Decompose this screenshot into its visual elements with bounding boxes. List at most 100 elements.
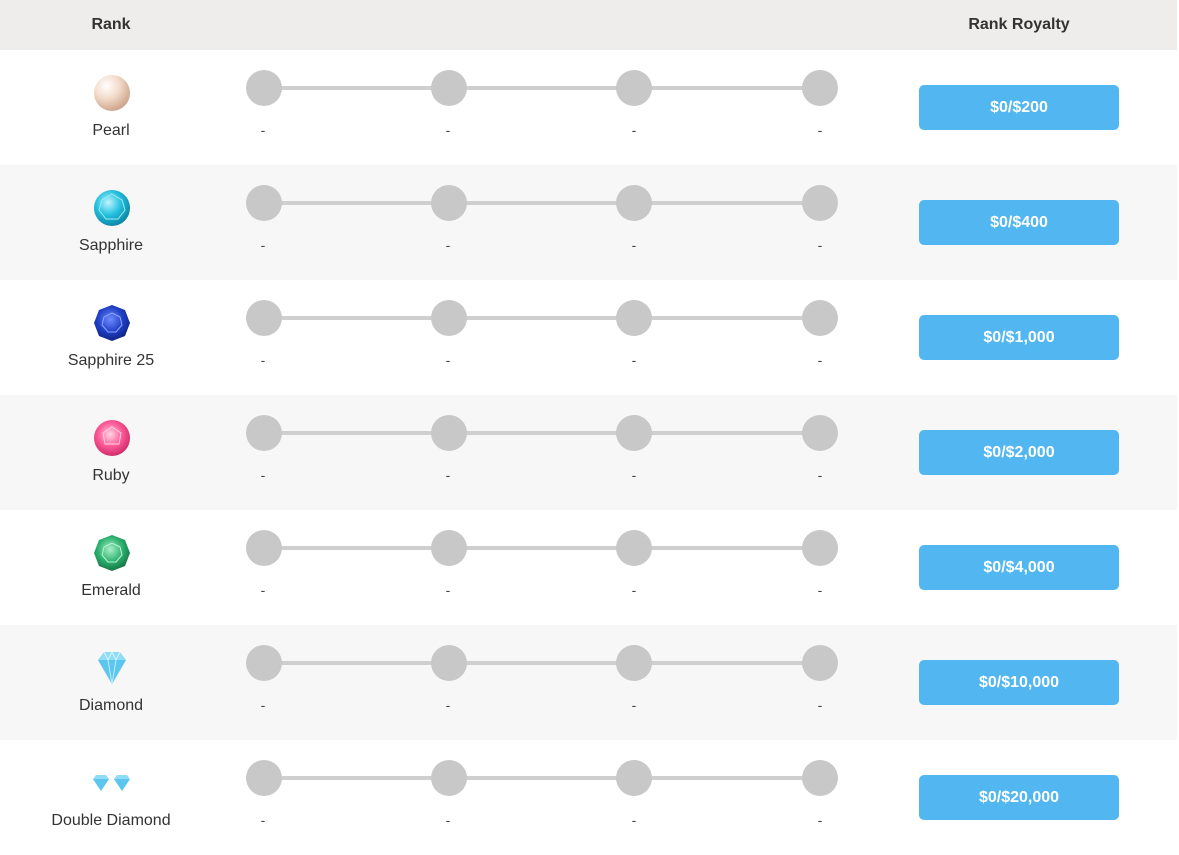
step-dot bbox=[802, 530, 838, 566]
track-line bbox=[264, 661, 820, 665]
header-rank: Rank bbox=[91, 16, 131, 33]
table-row: Ruby - - - - $0/$2,000 bbox=[0, 395, 1177, 510]
rank-cell: Emerald bbox=[11, 510, 211, 625]
track-line bbox=[264, 776, 820, 780]
double-diamond-icon bbox=[92, 763, 132, 803]
step-value: - bbox=[817, 467, 823, 483]
step-value: - bbox=[260, 237, 266, 253]
step-dot bbox=[802, 70, 838, 106]
step-dot bbox=[802, 300, 838, 336]
step-dot bbox=[431, 70, 467, 106]
royalty-button[interactable]: $0/$1,000 bbox=[919, 315, 1119, 360]
step-value: - bbox=[445, 582, 451, 598]
table-row: Diamond - - - - $0/$10,000 bbox=[0, 625, 1177, 740]
table-row: Pearl - - - - $0/$200 bbox=[0, 50, 1177, 165]
step-value: - bbox=[260, 582, 266, 598]
rank-table: Rank Rank Royalty Pearl - - - - $0/$200 … bbox=[0, 0, 1177, 845]
step-dot bbox=[246, 415, 282, 451]
rank-name: Ruby bbox=[92, 467, 130, 484]
step-value: - bbox=[631, 697, 637, 713]
royalty-button[interactable]: $0/$2,000 bbox=[919, 430, 1119, 475]
step-value: - bbox=[260, 812, 266, 828]
step-dot bbox=[431, 645, 467, 681]
step-dot bbox=[616, 415, 652, 451]
emerald-icon bbox=[92, 533, 132, 573]
step-value: - bbox=[445, 237, 451, 253]
sapphire-icon bbox=[92, 188, 132, 228]
sapphire-25-icon bbox=[92, 303, 132, 343]
step-dot bbox=[802, 415, 838, 451]
step-dot bbox=[246, 70, 282, 106]
progress-track bbox=[246, 185, 838, 221]
step-value: - bbox=[631, 467, 637, 483]
rank-cell: Ruby bbox=[11, 395, 211, 510]
header-rank-royalty: Rank Royalty bbox=[968, 16, 1070, 33]
step-dot bbox=[431, 300, 467, 336]
step-value: - bbox=[631, 352, 637, 368]
table-row: Sapphire 25 - - - - $0/$1,000 bbox=[0, 280, 1177, 395]
step-value: - bbox=[817, 697, 823, 713]
step-value: - bbox=[445, 467, 451, 483]
royalty-button[interactable]: $0/$200 bbox=[919, 85, 1119, 130]
rank-cell: Double Diamond bbox=[11, 740, 211, 855]
rank-name: Sapphire 25 bbox=[67, 352, 155, 369]
step-value: - bbox=[817, 582, 823, 598]
step-value: - bbox=[631, 582, 637, 598]
step-dot bbox=[616, 645, 652, 681]
step-dot bbox=[616, 185, 652, 221]
rank-cell: Pearl bbox=[11, 50, 211, 165]
rank-name: Pearl bbox=[92, 122, 130, 139]
royalty-button[interactable]: $0/$10,000 bbox=[919, 660, 1119, 705]
step-dot bbox=[246, 760, 282, 796]
track-line bbox=[264, 316, 820, 320]
step-dot bbox=[246, 530, 282, 566]
progress-track bbox=[246, 300, 838, 336]
step-value: - bbox=[445, 812, 451, 828]
step-dot bbox=[431, 185, 467, 221]
step-dot bbox=[246, 185, 282, 221]
royalty-button[interactable]: $0/$20,000 bbox=[919, 775, 1119, 820]
step-dot bbox=[431, 760, 467, 796]
step-value: - bbox=[445, 122, 451, 138]
progress-track bbox=[246, 760, 838, 796]
step-value: - bbox=[260, 122, 266, 138]
pearl-icon bbox=[92, 73, 132, 113]
step-dot bbox=[431, 415, 467, 451]
rank-cell: Diamond bbox=[11, 625, 211, 740]
royalty-button[interactable]: $0/$4,000 bbox=[919, 545, 1119, 590]
track-line bbox=[264, 431, 820, 435]
track-line bbox=[264, 546, 820, 550]
rank-cell: Sapphire 25 bbox=[11, 280, 211, 395]
step-dot bbox=[246, 645, 282, 681]
royalty-button[interactable]: $0/$400 bbox=[919, 200, 1119, 245]
rank-name: Diamond bbox=[78, 697, 144, 714]
step-value: - bbox=[817, 237, 823, 253]
step-dot bbox=[616, 530, 652, 566]
step-dot bbox=[616, 70, 652, 106]
table-row: Emerald - - - - $0/$4,000 bbox=[0, 510, 1177, 625]
step-value: - bbox=[817, 352, 823, 368]
step-dot bbox=[431, 530, 467, 566]
step-value: - bbox=[260, 352, 266, 368]
step-dot bbox=[802, 185, 838, 221]
table-header: Rank Rank Royalty bbox=[0, 0, 1177, 50]
step-value: - bbox=[631, 122, 637, 138]
table-row: Double Diamond - - - - $0/$20,000 bbox=[0, 740, 1177, 855]
step-dot bbox=[616, 760, 652, 796]
step-value: - bbox=[260, 697, 266, 713]
step-value: - bbox=[445, 697, 451, 713]
rank-name: Emerald bbox=[81, 582, 141, 599]
progress-track bbox=[246, 530, 838, 566]
step-value: - bbox=[817, 122, 823, 138]
step-dot bbox=[246, 300, 282, 336]
step-dot bbox=[802, 645, 838, 681]
progress-track bbox=[246, 70, 838, 106]
step-value: - bbox=[631, 237, 637, 253]
step-dot bbox=[616, 300, 652, 336]
step-value: - bbox=[631, 812, 637, 828]
diamond-icon bbox=[92, 648, 132, 688]
step-value: - bbox=[817, 812, 823, 828]
step-value: - bbox=[445, 352, 451, 368]
table-row: Sapphire - - - - $0/$400 bbox=[0, 165, 1177, 280]
ruby-icon bbox=[92, 418, 132, 458]
